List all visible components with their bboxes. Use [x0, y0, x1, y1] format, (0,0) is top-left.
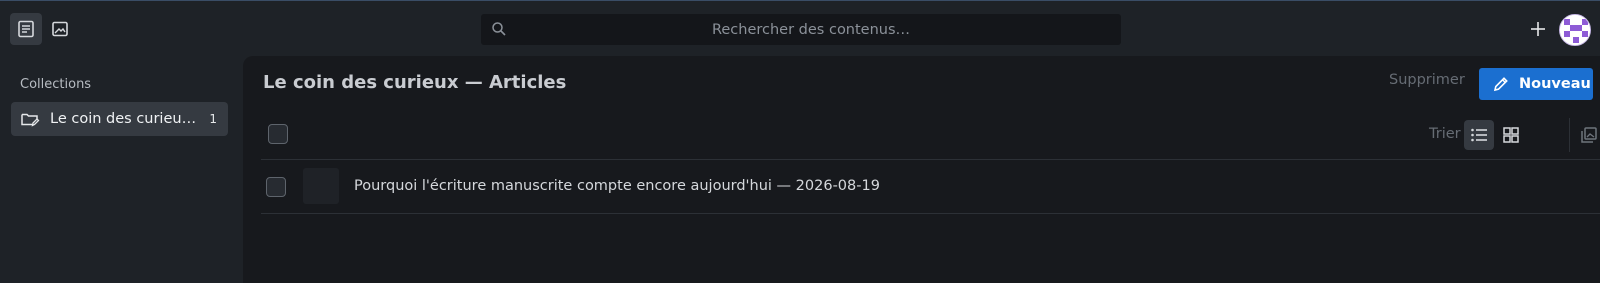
select-all-checkbox[interactable] [268, 124, 288, 144]
new-button[interactable]: Nouveau [1479, 68, 1593, 100]
top-bar [0, 0, 1600, 56]
plus-icon [1531, 22, 1545, 36]
entry-title[interactable]: Pourquoi l'écriture manuscrite compte en… [354, 178, 880, 194]
list-view-button[interactable] [1464, 120, 1494, 150]
search-input[interactable] [481, 14, 1121, 45]
sidebar-item-label: Le coin des curieux — Articles [50, 111, 202, 127]
divider [261, 213, 1600, 214]
divider [261, 159, 1600, 160]
search-icon [492, 22, 506, 36]
sort-label: Trier [1429, 126, 1461, 142]
image-icon [52, 21, 68, 37]
document-icon [18, 20, 34, 38]
identicon-icon [1560, 15, 1590, 45]
folder-edit-icon [21, 113, 40, 127]
search-bar [481, 14, 1121, 45]
media-mode-button[interactable] [44, 13, 76, 45]
list-icon [1471, 128, 1487, 142]
sidebar-item-count: 1 [209, 112, 217, 126]
grid-icon [1503, 127, 1519, 143]
pencil-icon [1493, 77, 1508, 92]
avatar[interactable] [1559, 14, 1591, 46]
page-title: Le coin des curieux — Articles [263, 72, 567, 93]
media-view-button[interactable] [1574, 120, 1600, 150]
add-button[interactable] [1526, 17, 1550, 41]
collections-heading: Collections [20, 77, 92, 92]
entry-thumbnail [303, 168, 339, 204]
articles-mode-button[interactable] [10, 13, 42, 45]
main-panel: Le coin des curieux — Articles Supprimer… [243, 56, 1600, 283]
view-separator [1569, 118, 1570, 152]
row-checkbox[interactable] [266, 177, 286, 197]
grid-view-button[interactable] [1496, 120, 1526, 150]
sidebar: Collections Le coin des curieux — Articl… [0, 56, 243, 283]
sidebar-item-collection[interactable]: Le coin des curieux — Articles 1 [11, 102, 228, 136]
delete-button[interactable]: Supprimer [1389, 72, 1465, 88]
new-button-label: Nouveau [1519, 76, 1591, 92]
gallery-icon [1581, 127, 1597, 143]
